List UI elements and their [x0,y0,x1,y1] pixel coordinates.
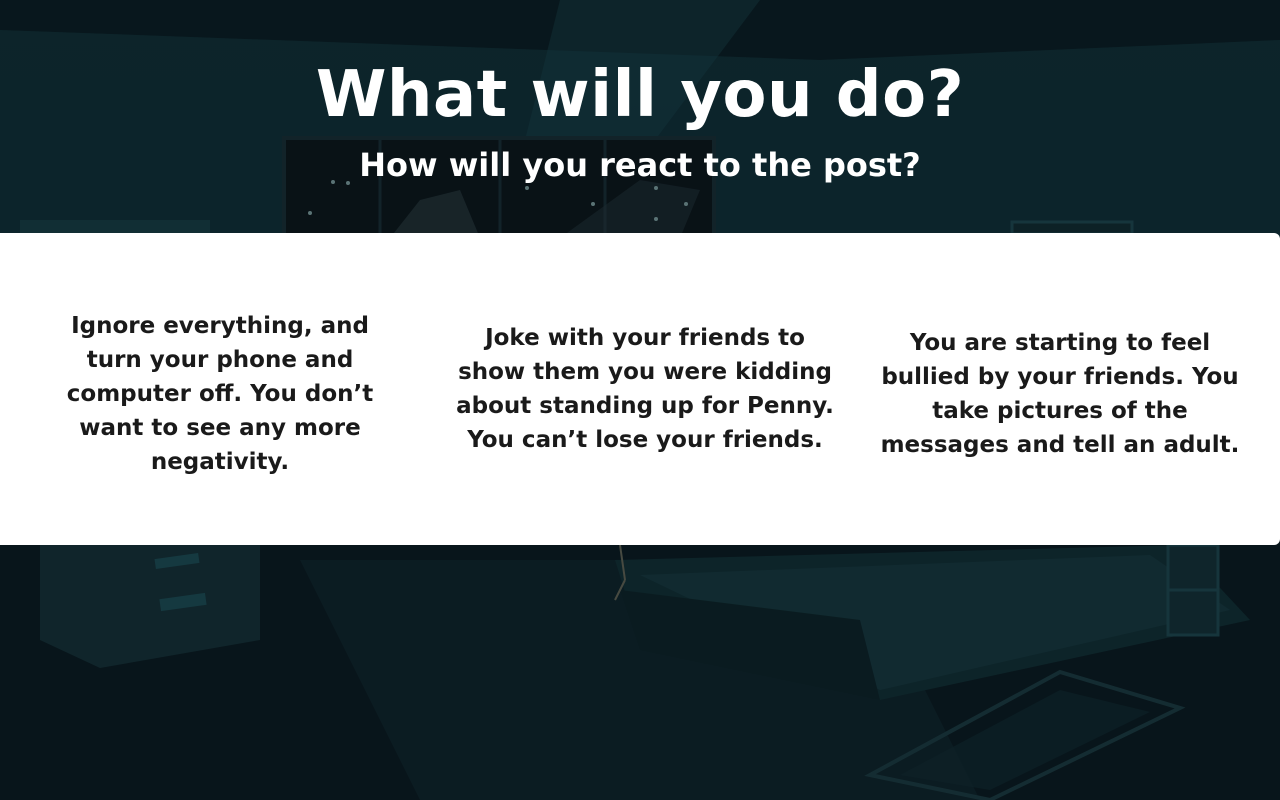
choice-text: Joke with your friends to show them you … [456,325,834,453]
choice-ignore-button[interactable]: Ignore everything, and turn your phone a… [40,233,400,545]
choice-text: Ignore everything, and turn your phone a… [66,313,374,475]
choice-joke-button[interactable]: Joke with your friends to show them you … [455,233,835,545]
page-title: What will you do? [315,58,965,132]
choices-panel: Ignore everything, and turn your phone a… [0,233,1280,545]
choice-text: You are starting to feel bullied by your… [880,330,1240,458]
choice-tell-adult-button[interactable]: You are starting to feel bullied by your… [880,233,1240,545]
page-subtitle: How will you react to the post? [359,146,921,184]
game-scene: What will you do? How will you react to … [0,0,1280,800]
